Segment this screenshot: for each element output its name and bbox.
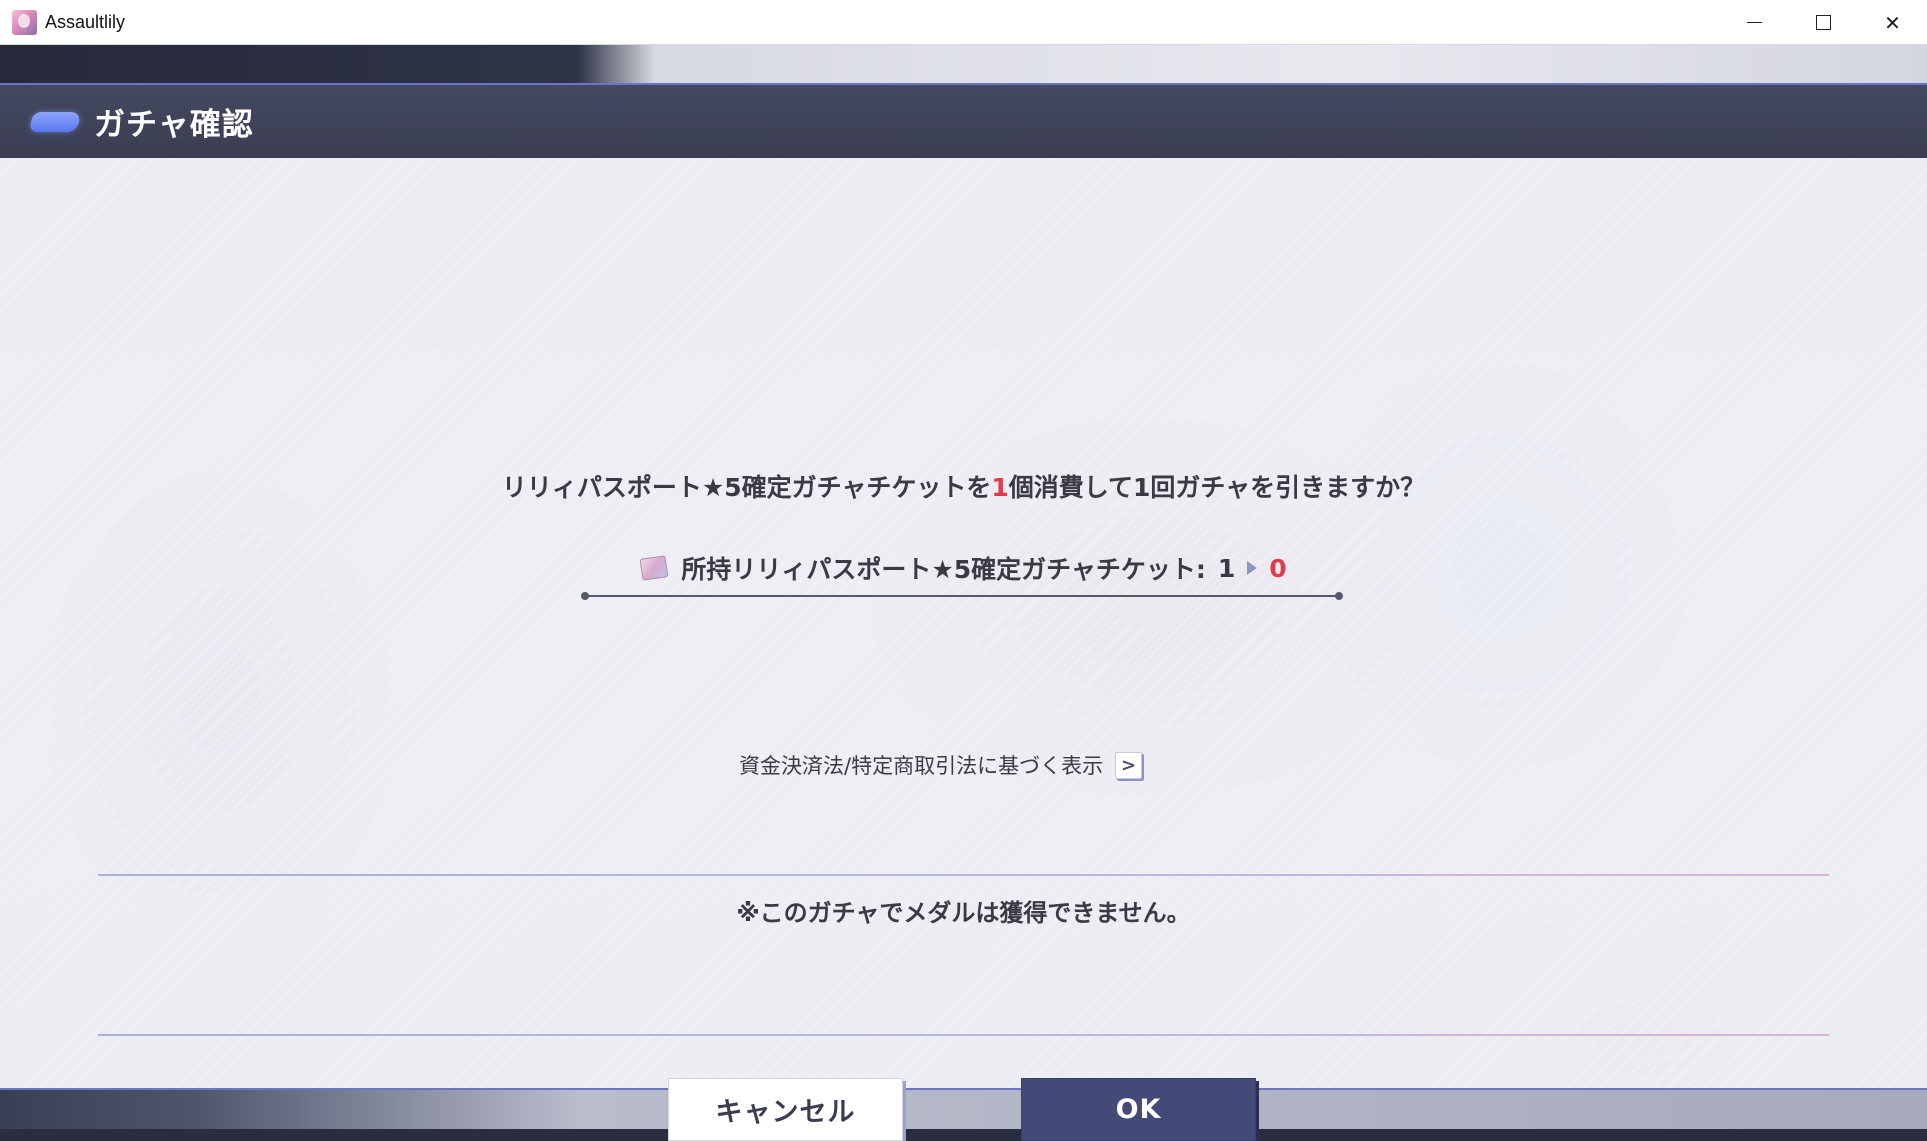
dialog-body: リリィパスポート★5確定ガチャチケットを1個消費して1回ガチャを引きますか？ 所… xyxy=(0,158,1927,1088)
window-titlebar: Assaultlily ✕ xyxy=(0,0,1927,45)
message-suffix: 個消費して1回ガチャを引きますか？ xyxy=(1008,473,1426,502)
legal-notice-link[interactable]: 資金決済法/特定商取引法に基づく表示 > xyxy=(739,749,1143,781)
gacha-confirm-dialog: ガチャ確認 リリィパスポート★5確定ガチャチケットを1個消費して1回ガチャを引き… xyxy=(0,83,1927,1141)
header-pill-icon xyxy=(28,111,82,132)
message-count: 1 xyxy=(991,473,1009,502)
app-icon xyxy=(12,9,37,35)
ticket-icon xyxy=(639,555,669,581)
close-button[interactable]: ✕ xyxy=(1858,0,1927,45)
confirm-message: リリィパスポート★5確定ガチャチケットを1個消費して1回ガチャを引きますか？ xyxy=(0,468,1927,504)
chevron-right-icon[interactable]: > xyxy=(1115,751,1143,779)
underline-dot-right xyxy=(1335,592,1343,600)
window-title: Assaultlily xyxy=(45,11,126,32)
maximize-icon xyxy=(1816,15,1831,30)
blurred-game-header xyxy=(0,45,1927,83)
legal-notice-label: 資金決済法/特定商取引法に基づく表示 xyxy=(739,754,1104,778)
ticket-label: 所持リリィパスポート★5確定ガチャチケット: xyxy=(681,555,1206,584)
ok-button[interactable]: OK xyxy=(1021,1078,1256,1141)
blurred-game-footer xyxy=(0,1089,1927,1129)
minimize-button[interactable] xyxy=(1720,0,1789,45)
divider-bottom xyxy=(98,1034,1829,1036)
ticket-before: 1 xyxy=(1217,553,1236,583)
underline-dot-left xyxy=(581,592,589,600)
cancel-button[interactable]: キャンセル xyxy=(668,1078,903,1141)
ticket-after: 0 xyxy=(1269,553,1287,583)
maximize-button[interactable] xyxy=(1789,0,1858,45)
divider-top xyxy=(98,874,1829,876)
arrow-right-icon xyxy=(1247,561,1258,575)
dialog-title: ガチャ確認 xyxy=(94,107,254,143)
dialog-header: ガチャ確認 xyxy=(0,85,1927,158)
ticket-underline xyxy=(587,595,1341,597)
message-prefix: リリィパスポート★5確定ガチャチケットを xyxy=(501,473,992,502)
window-controls: ✕ xyxy=(1720,0,1927,45)
minimize-icon xyxy=(1747,21,1762,24)
ticket-balance: 所持リリィパスポート★5確定ガチャチケット: 1 0 xyxy=(590,546,1338,590)
medal-note: ※このガチャでメダルは獲得できません。 xyxy=(736,899,1191,927)
close-icon: ✕ xyxy=(1884,10,1901,35)
